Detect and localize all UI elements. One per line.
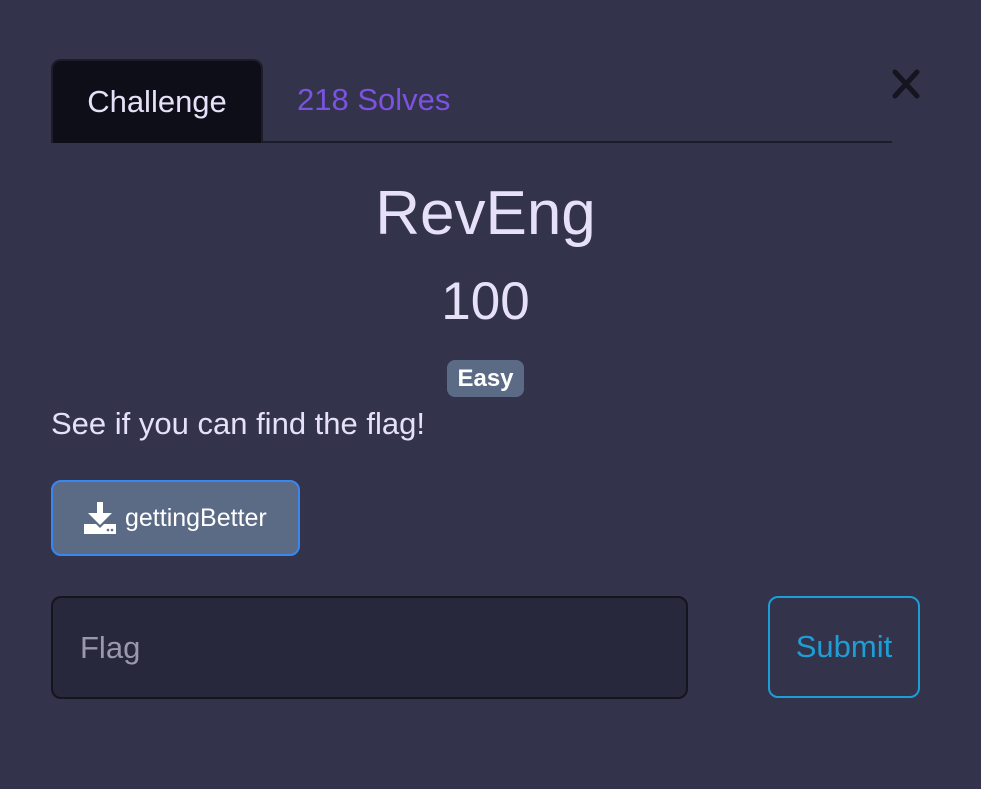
challenge-modal: Challenge 218 Solves RevEng 100 Easy See… — [0, 0, 981, 789]
challenge-value: 100 — [441, 272, 530, 331]
submit-button[interactable]: Submit — [768, 596, 920, 698]
challenge-title: RevEng — [375, 179, 596, 248]
flag-input[interactable] — [51, 596, 688, 699]
download-icon — [84, 502, 116, 534]
download-file-button[interactable]: gettingBetter — [51, 480, 300, 556]
tab-solves[interactable]: 218 Solves — [297, 59, 450, 143]
challenge-description: See if you can find the flag! — [51, 406, 425, 441]
close-button[interactable] — [890, 66, 922, 102]
download-file-label: gettingBetter — [125, 503, 267, 532]
tab-challenge[interactable]: Challenge — [51, 59, 263, 143]
tab-bar: Challenge 218 Solves — [51, 59, 892, 143]
difficulty-badge: Easy — [447, 360, 524, 397]
close-icon — [892, 69, 920, 99]
